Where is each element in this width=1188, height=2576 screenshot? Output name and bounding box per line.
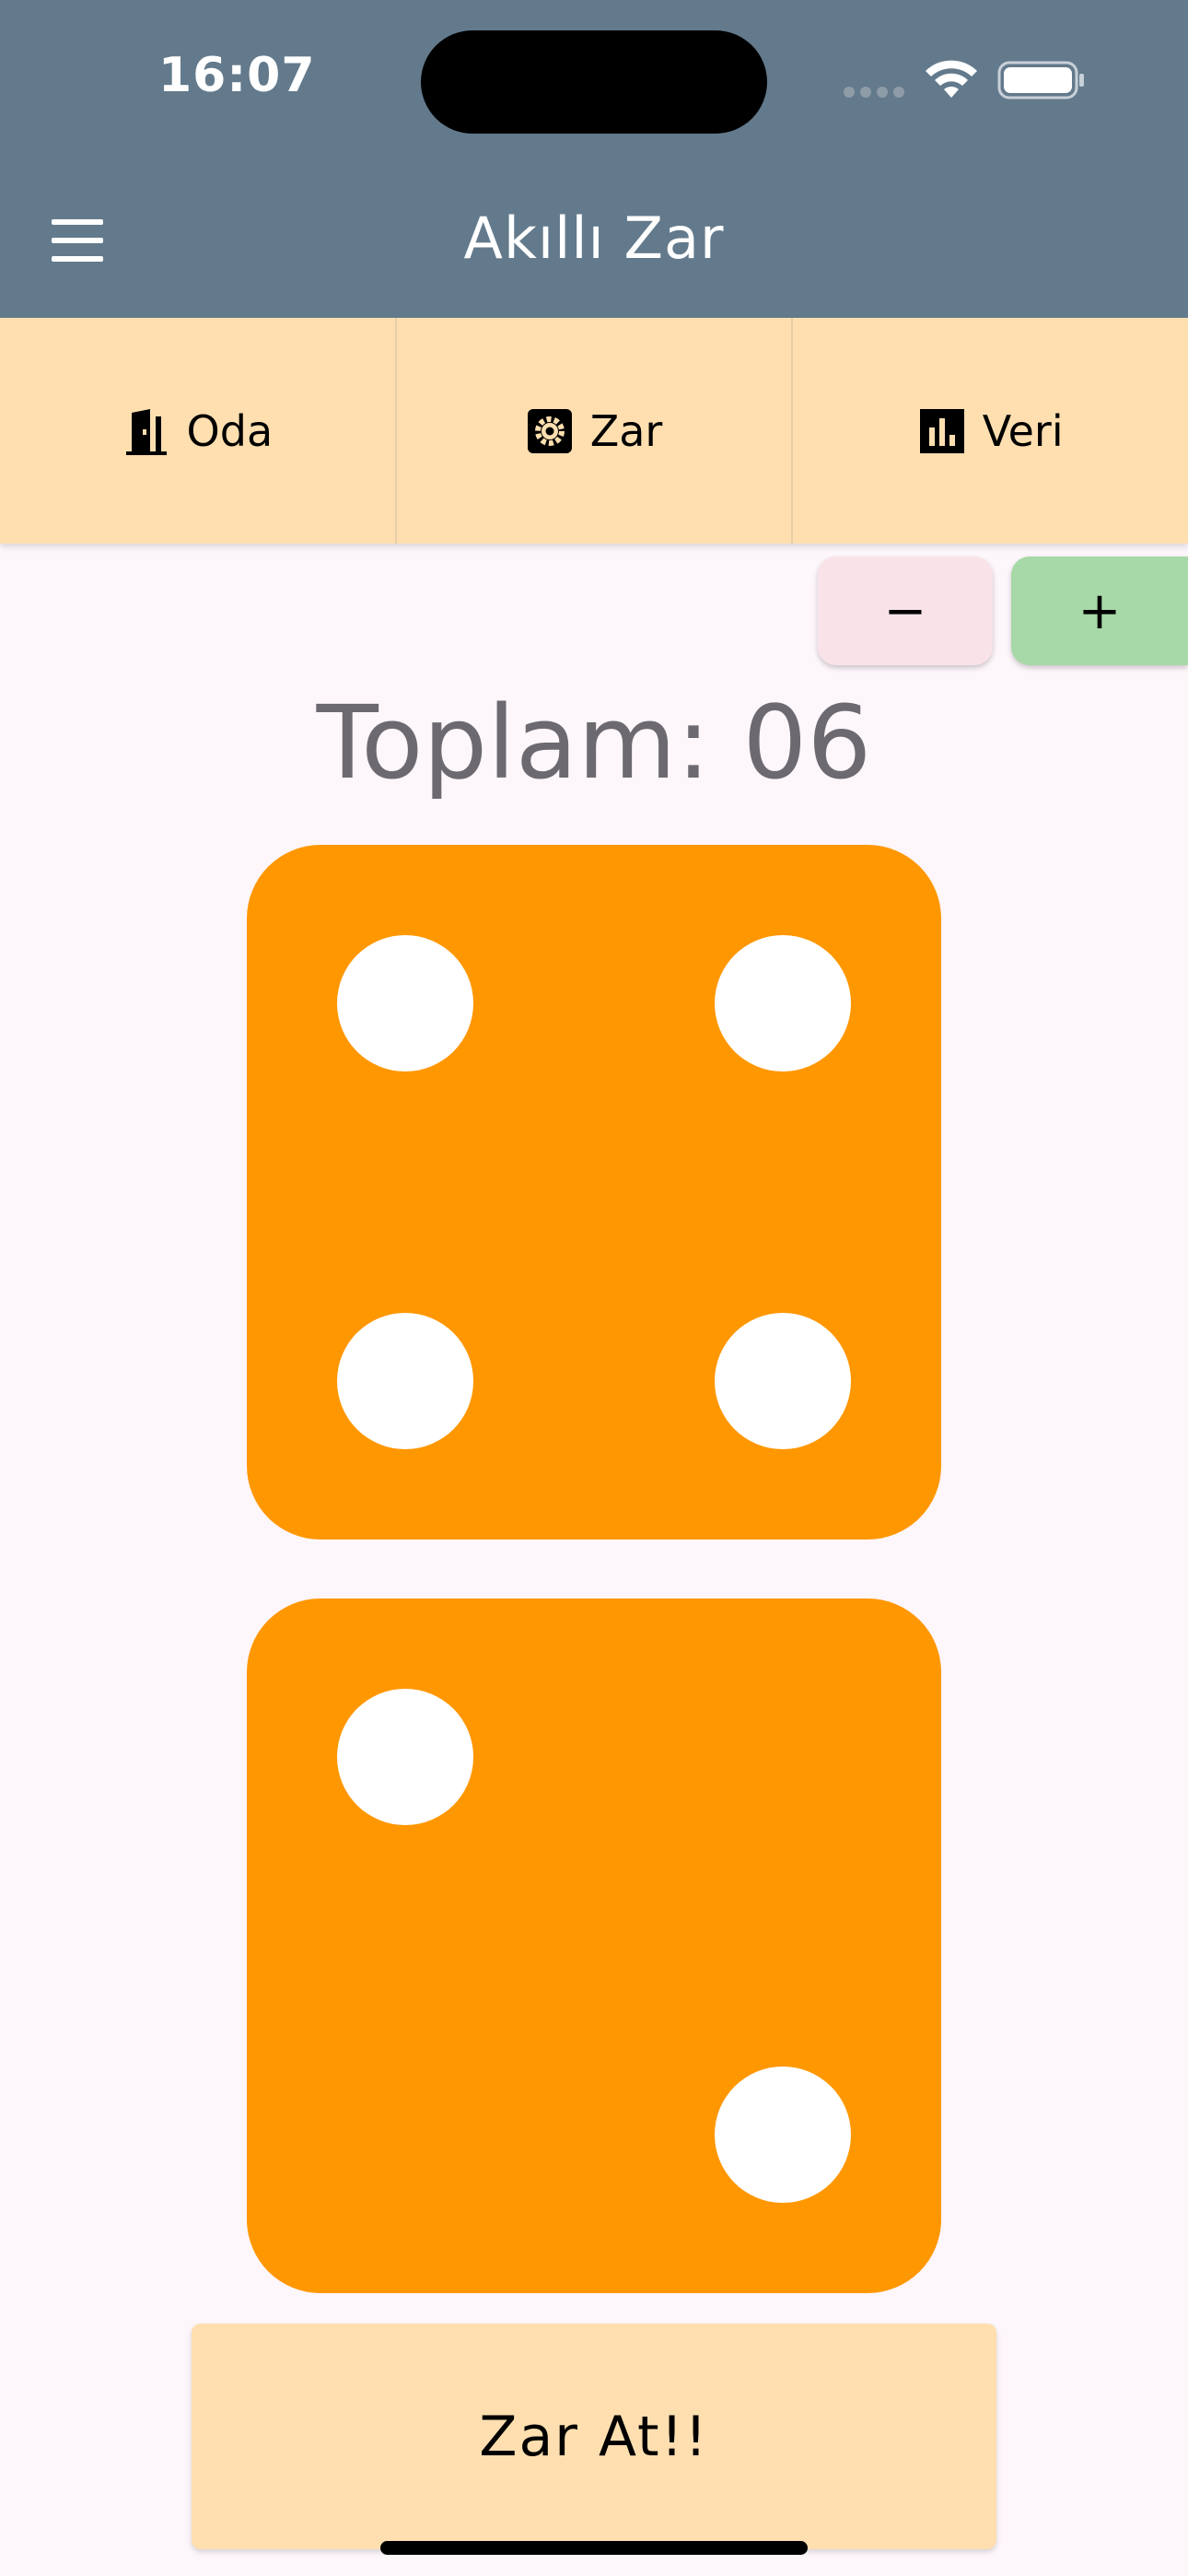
die-pip xyxy=(337,1689,473,1825)
tab-label: Veri xyxy=(982,405,1064,456)
wifi-icon xyxy=(926,60,977,98)
die-1[interactable] xyxy=(247,845,941,1540)
status-time: 16:07 xyxy=(158,48,316,103)
bar-chart-icon xyxy=(919,408,964,453)
die-pip xyxy=(715,1313,851,1449)
die-pip xyxy=(337,935,473,1071)
tab-zar[interactable]: Zar xyxy=(397,318,794,544)
decrease-dice-button[interactable]: − xyxy=(818,556,993,665)
roll-dice-button[interactable]: Zar At!! xyxy=(192,2324,996,2549)
home-indicator xyxy=(380,2541,808,2555)
app-title: Akıllı Zar xyxy=(463,205,725,272)
tab-label: Oda xyxy=(186,405,274,456)
increase-dice-button[interactable]: + xyxy=(1011,556,1188,665)
total-label: Toplam: 06 xyxy=(316,684,872,802)
tab-oda[interactable]: Oda xyxy=(0,318,397,544)
tab-veri[interactable]: Veri xyxy=(793,318,1188,544)
die-pip xyxy=(715,2067,851,2203)
gear-icon xyxy=(527,408,572,453)
die-2[interactable] xyxy=(247,1598,941,2293)
die-pip xyxy=(715,935,851,1071)
tab-label: Zar xyxy=(589,405,663,456)
door-icon xyxy=(125,408,167,455)
dynamic-island xyxy=(421,30,767,134)
battery-icon xyxy=(997,61,1084,100)
die-pip xyxy=(337,1313,473,1449)
app-bar: 16:07 Akıllı Zar xyxy=(0,0,1188,318)
tab-bar: Oda Zar Veri xyxy=(0,318,1188,544)
cellular-signal-icon xyxy=(844,87,904,100)
